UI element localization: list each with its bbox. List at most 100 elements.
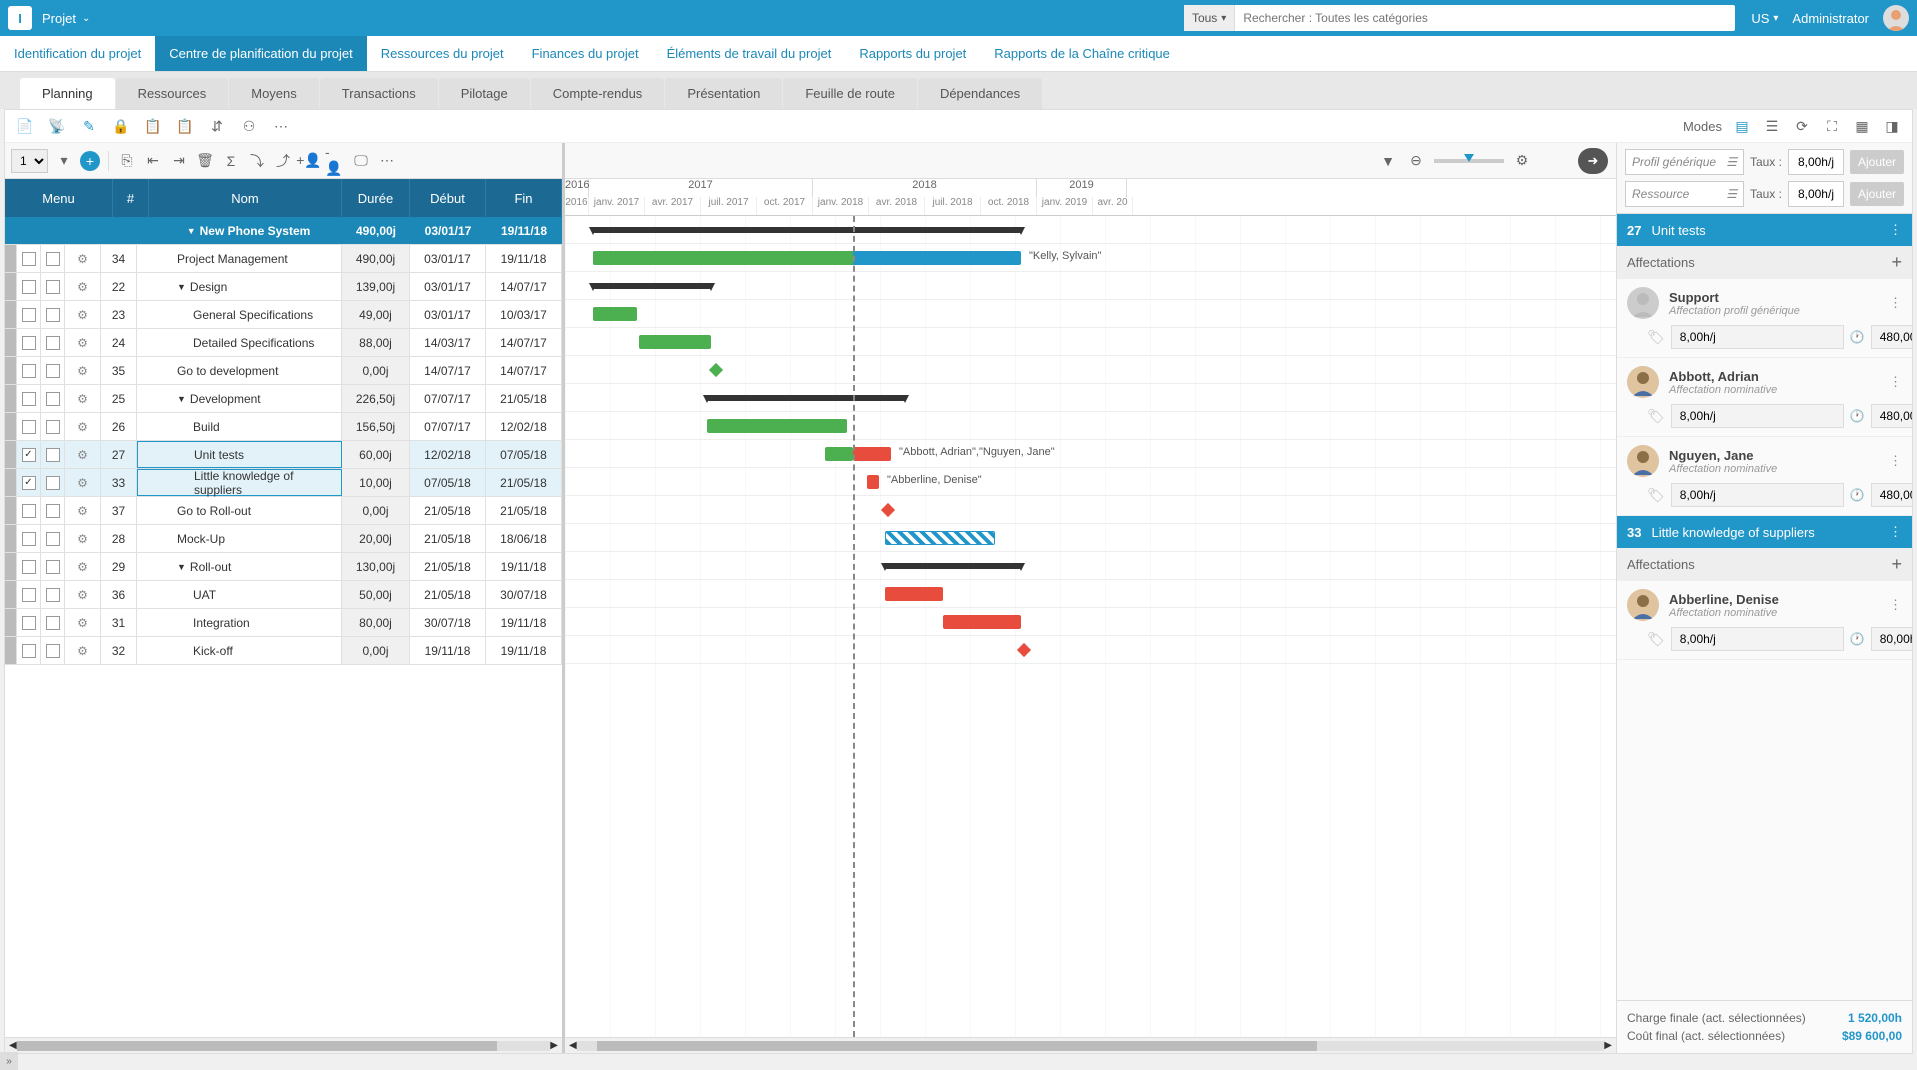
person-rate-input[interactable]: [1671, 325, 1844, 349]
checkbox[interactable]: [22, 588, 36, 602]
row-name[interactable]: Little knowledge of suppliers: [137, 469, 342, 496]
row-name[interactable]: Mock-Up: [137, 525, 342, 552]
col-num[interactable]: #: [113, 179, 149, 217]
taux-input-1[interactable]: [1788, 149, 1844, 175]
table-row[interactable]: ⚙37Go to Roll-out0,00j21/05/1821/05/18: [5, 497, 562, 525]
checkbox[interactable]: [46, 476, 60, 490]
zoom-out-icon[interactable]: ⊖: [1406, 151, 1426, 171]
row-handle[interactable]: [5, 329, 17, 356]
checkbox[interactable]: [22, 392, 36, 406]
checkbox[interactable]: [46, 336, 60, 350]
mode-refresh-icon[interactable]: ⟳: [1792, 116, 1812, 136]
person-hours-input[interactable]: [1871, 404, 1912, 428]
gear-icon[interactable]: ⚙: [1512, 151, 1532, 171]
org-chart-icon[interactable]: ⚇: [239, 116, 259, 136]
navtab-centre-planification[interactable]: Centre de planification du projet: [155, 36, 367, 71]
edit-icon[interactable]: ✎: [79, 116, 99, 136]
col-menu[interactable]: Menu: [5, 179, 113, 217]
row-name[interactable]: UAT: [137, 581, 342, 608]
mode-fullscreen-icon[interactable]: ⛶: [1822, 116, 1842, 136]
sum-icon[interactable]: Σ: [221, 151, 241, 171]
table-row[interactable]: ⚙23General Specifications49,00j03/01/171…: [5, 301, 562, 329]
checkbox[interactable]: [46, 392, 60, 406]
row-name[interactable]: ▼Design: [137, 273, 342, 300]
row-handle[interactable]: [5, 273, 17, 300]
remove-person-icon[interactable]: -👤: [325, 151, 345, 171]
rss-icon[interactable]: 📡: [47, 116, 67, 136]
col-duree[interactable]: Durée: [342, 179, 410, 217]
row-gear[interactable]: ⚙: [65, 637, 101, 664]
row-gear[interactable]: ⚙: [65, 469, 101, 496]
indent-icon[interactable]: ⇥: [169, 151, 189, 171]
navtab-finances[interactable]: Finances du projet: [518, 36, 653, 71]
collapse-icon[interactable]: ▼: [177, 394, 186, 404]
zoom-slider[interactable]: [1434, 159, 1504, 163]
more-icon[interactable]: ⋯: [271, 116, 291, 136]
checkbox[interactable]: [22, 308, 36, 322]
lock-icon[interactable]: 🔒: [111, 116, 131, 136]
row-handle[interactable]: [5, 413, 17, 440]
row-name[interactable]: Kick-off: [137, 637, 342, 664]
row-handle[interactable]: [5, 357, 17, 384]
collapse-icon[interactable]: ▼: [177, 282, 186, 292]
search-input[interactable]: [1235, 11, 1735, 25]
checkbox[interactable]: [46, 280, 60, 294]
checkbox[interactable]: [22, 420, 36, 434]
checkbox[interactable]: [46, 644, 60, 658]
gantt-body[interactable]: "Kelly, Sylvain" "Abbott, Adrian","Nguye…: [565, 216, 1616, 1037]
table-row[interactable]: ⚙22▼Design139,00j03/01/1714/07/17: [5, 273, 562, 301]
navtab-chaine-critique[interactable]: Rapports de la Chaîne critique: [980, 36, 1184, 71]
row-name[interactable]: ▼Development: [137, 385, 342, 412]
row-handle[interactable]: [5, 441, 17, 468]
user-avatar[interactable]: [1883, 5, 1909, 31]
level-selector[interactable]: 1: [11, 149, 48, 173]
kebab-icon[interactable]: ⋮: [1889, 222, 1902, 238]
checkbox[interactable]: [46, 448, 60, 462]
checkbox[interactable]: [46, 420, 60, 434]
summary-row[interactable]: ▼New Phone System 490,00j 03/01/17 19/11…: [5, 217, 562, 245]
checkbox[interactable]: [22, 252, 36, 266]
checkbox[interactable]: [46, 532, 60, 546]
subtab-planning[interactable]: Planning: [20, 78, 115, 109]
row-gear[interactable]: ⚙: [65, 301, 101, 328]
row-gear[interactable]: ⚙: [65, 357, 101, 384]
row-name[interactable]: Detailed Specifications: [137, 329, 342, 356]
doc-check-icon[interactable]: 📋: [143, 116, 163, 136]
checkbox[interactable]: ✓: [22, 476, 36, 490]
checkbox[interactable]: [22, 336, 36, 350]
row-name[interactable]: General Specifications: [137, 301, 342, 328]
checkbox[interactable]: [22, 560, 36, 574]
doc-x-icon[interactable]: 📋: [175, 116, 195, 136]
subtab-moyens[interactable]: Moyens: [229, 78, 319, 109]
taux-input-2[interactable]: [1788, 181, 1844, 207]
row-name[interactable]: Go to Roll-out: [137, 497, 342, 524]
insert-icon[interactable]: ⎘: [117, 151, 137, 171]
left-hscroll[interactable]: ◀ ▶: [5, 1037, 562, 1053]
person-rate-input[interactable]: [1671, 627, 1844, 651]
plus-icon[interactable]: +: [1891, 252, 1902, 273]
more-grid-icon[interactable]: ⋯: [377, 151, 397, 171]
checkbox[interactable]: [22, 616, 36, 630]
row-gear[interactable]: ⚙: [65, 273, 101, 300]
person-hours-input[interactable]: [1871, 483, 1912, 507]
navtab-identification[interactable]: Identification du projet: [0, 36, 155, 71]
checkbox[interactable]: [22, 644, 36, 658]
project-selector[interactable]: Projet ⌄: [42, 11, 90, 26]
navtab-elements[interactable]: Éléments de travail du projet: [653, 36, 846, 71]
checkbox[interactable]: [22, 280, 36, 294]
table-row[interactable]: ⚙36UAT50,00j21/05/1830/07/18: [5, 581, 562, 609]
collapse-icon[interactable]: ▼: [187, 226, 196, 236]
row-gear[interactable]: ⚙: [65, 525, 101, 552]
kebab-icon[interactable]: ⋮: [1889, 374, 1902, 390]
table-row[interactable]: ⚙29▼Roll-out130,00j21/05/1819/11/18: [5, 553, 562, 581]
section-header[interactable]: 33Little knowledge of suppliers⋮: [1617, 516, 1912, 548]
subtab-pilotage[interactable]: Pilotage: [439, 78, 530, 109]
row-handle[interactable]: [5, 553, 17, 580]
locale-selector[interactable]: US ▾: [1751, 11, 1778, 26]
mode-grid-icon[interactable]: ▦: [1852, 116, 1872, 136]
mode-list-icon[interactable]: ☰: [1762, 116, 1782, 136]
row-handle[interactable]: [5, 301, 17, 328]
checkbox[interactable]: [46, 252, 60, 266]
subtab-presentation[interactable]: Présentation: [665, 78, 782, 109]
screen-icon[interactable]: 🖵: [351, 151, 371, 171]
